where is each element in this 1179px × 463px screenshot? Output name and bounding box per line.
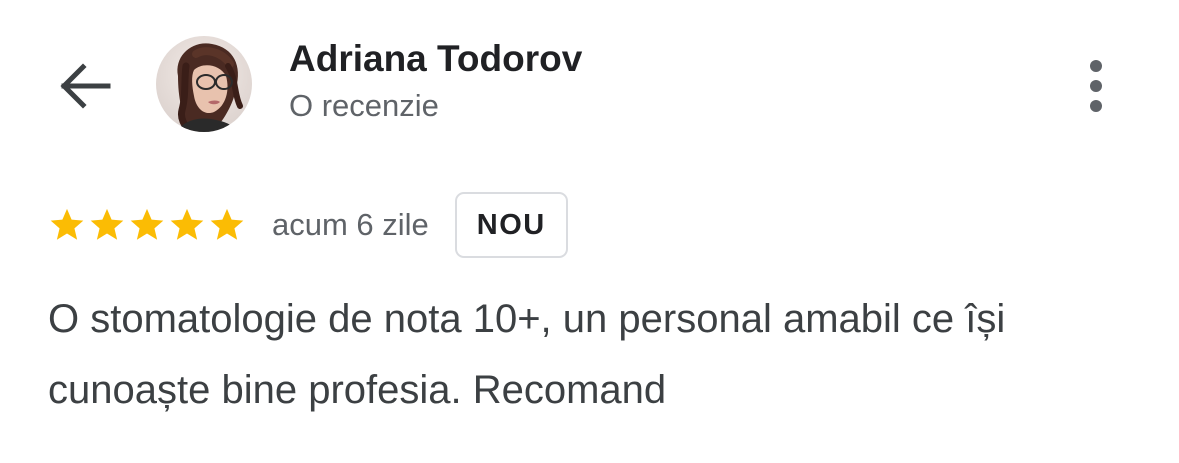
star-icon (170, 208, 204, 240)
reviewer-name[interactable]: Adriana Todorov (289, 38, 582, 80)
avatar[interactable] (156, 36, 252, 132)
new-badge: NOU (454, 192, 568, 258)
star-icon (50, 208, 84, 240)
arrow-left-icon (60, 63, 111, 109)
review-time: acum 6 zile (272, 207, 429, 242)
review-count: O recenzie (289, 88, 439, 123)
more-vert-icon (1090, 60, 1102, 112)
more-options-button[interactable] (1074, 52, 1118, 120)
star-icon (130, 208, 164, 240)
avatar-photo (156, 36, 252, 132)
review-text: O stomatologie de nota 10+, un personal … (48, 297, 1006, 412)
star-rating (48, 206, 246, 244)
back-button[interactable] (52, 58, 116, 114)
star-icon (90, 208, 124, 240)
rating-row: acum 6 zile NOU (48, 192, 568, 258)
star-icon (210, 208, 244, 240)
